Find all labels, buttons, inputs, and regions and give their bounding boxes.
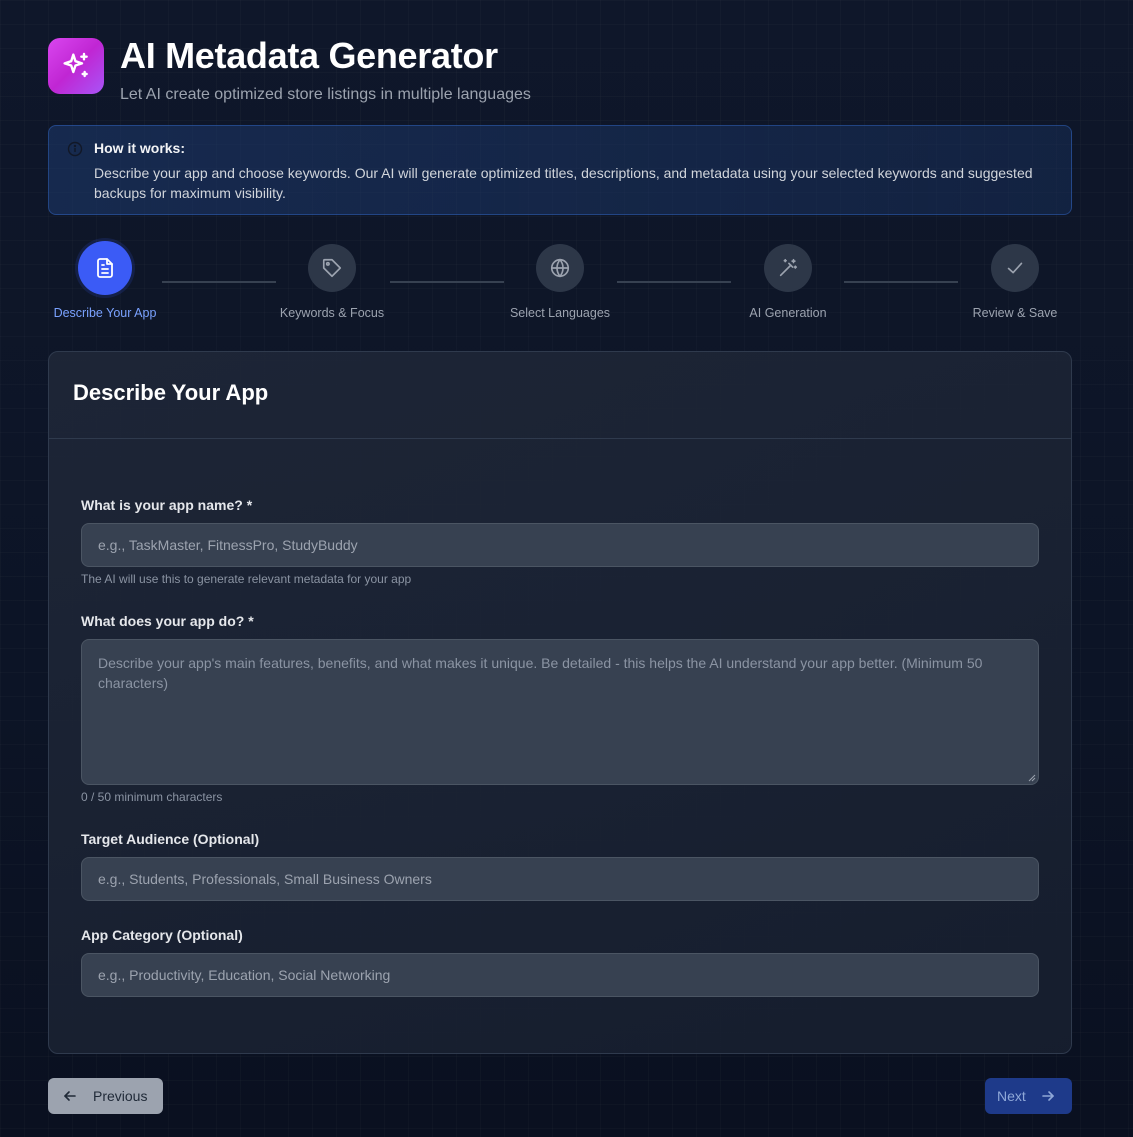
card-title: Describe Your App: [73, 380, 269, 405]
info-icon: [67, 141, 83, 157]
app-category-input[interactable]: e.g., Productivity, Education, Social Ne…: [81, 953, 1039, 997]
sparkles-icon: [63, 52, 88, 78]
app-logo: [48, 38, 104, 94]
step-connector: [617, 281, 731, 283]
step-connector: [162, 281, 276, 283]
step-label: Select Languages: [509, 306, 611, 320]
app-description-label: What does your app do? *: [81, 613, 254, 629]
wizard-stepper: Describe Your App Keywords & Focus Selec…: [48, 241, 1072, 324]
info-text: Describe your app and choose keywords. O…: [94, 165, 1033, 201]
magic-wand-icon: [779, 258, 798, 277]
character-counter: 0 / 50 minimum characters: [81, 790, 223, 804]
target-audience-placeholder: e.g., Students, Professionals, Small Bus…: [98, 871, 432, 887]
app-category-placeholder: e.g., Productivity, Education, Social Ne…: [98, 967, 391, 983]
previous-button[interactable]: Previous: [48, 1078, 163, 1114]
step-label: AI Generation: [749, 306, 827, 320]
how-it-works-box: How it works: Describe your app and choo…: [48, 125, 1072, 215]
arrow-right-icon: [1041, 1091, 1054, 1101]
tag-icon: [322, 258, 342, 278]
target-audience-input[interactable]: e.g., Students, Professionals, Small Bus…: [81, 857, 1039, 901]
resize-handle-icon[interactable]: [1028, 774, 1036, 782]
page-subtitle: Let AI create optimized store listings i…: [120, 86, 531, 103]
step-review-save[interactable]: Review & Save: [945, 244, 1085, 320]
step-keywords-focus[interactable]: Keywords & Focus: [262, 244, 402, 320]
step-label: Keywords & Focus: [279, 306, 385, 320]
check-icon: [1007, 262, 1023, 274]
step-connector: [844, 281, 958, 283]
describe-app-card: Describe Your App What is your app name?…: [48, 351, 1072, 1054]
previous-button-label: Previous: [93, 1088, 148, 1104]
step-ai-generation[interactable]: AI Generation: [718, 244, 858, 320]
next-button[interactable]: Next: [985, 1078, 1072, 1114]
info-title: How it works:: [94, 140, 186, 156]
app-name-input[interactable]: e.g., TaskMaster, FitnessPro, StudyBuddy: [81, 523, 1039, 567]
step-select-languages[interactable]: Select Languages: [490, 244, 630, 320]
page-header: AI Metadata Generator Let AI create opti…: [48, 38, 531, 104]
app-description-placeholder: Describe your app's main features, benef…: [98, 655, 983, 691]
arrow-left-icon: [64, 1091, 76, 1101]
step-describe-app[interactable]: Describe Your App: [35, 241, 175, 320]
app-name-label: What is your app name? *: [81, 497, 253, 513]
target-audience-label: Target Audience (Optional): [81, 831, 260, 847]
step-connector: [390, 281, 504, 283]
app-name-placeholder: e.g., TaskMaster, FitnessPro, StudyBuddy: [98, 537, 358, 553]
globe-icon: [550, 258, 570, 278]
app-name-help: The AI will use this to generate relevan…: [81, 572, 412, 586]
document-icon: [97, 258, 113, 278]
next-button-label: Next: [997, 1088, 1026, 1104]
step-label: Review & Save: [972, 306, 1058, 320]
step-label: Describe Your App: [53, 306, 157, 320]
app-category-label: App Category (Optional): [81, 927, 243, 943]
page-title: AI Metadata Generator: [120, 35, 498, 76]
app-description-textarea[interactable]: Describe your app's main features, benef…: [81, 639, 1039, 785]
